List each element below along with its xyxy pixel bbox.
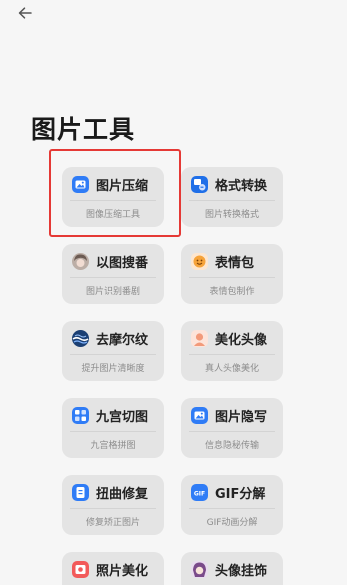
emoji-icon: [191, 252, 208, 270]
tool-description: GIF动画分解: [206, 518, 258, 528]
tool-card-header: 表情包: [191, 251, 254, 271]
document-icon: [72, 483, 89, 501]
tool-name: 照片美化: [96, 563, 149, 579]
photo-beautify-icon: [72, 560, 89, 578]
tool-description: 图片转换格式: [204, 210, 259, 220]
tool-description: 图片识别番剧: [85, 287, 140, 297]
image-tools-page: 图片工具 图片压缩 图像压缩工具 格式转换 图片转换格式 以图搜番 图片识别番剧 表情包 表情…: [0, 0, 347, 585]
divider: [70, 200, 156, 201]
tool-card-hide[interactable]: 图片隐写信息隐秘传输: [181, 398, 283, 458]
tool-description: 表情包制作: [209, 287, 255, 297]
tool-card-header: 扭曲修复: [72, 482, 148, 502]
tool-card-header: 去摩尔纹: [72, 328, 148, 348]
tool-name: GIF分解: [215, 486, 266, 502]
anime-character-icon: [191, 560, 208, 578]
image-icon: [191, 406, 208, 424]
tool-description: 图像压缩工具: [85, 210, 140, 220]
tool-description: 修复矫正图片: [85, 518, 140, 528]
divider: [70, 431, 156, 432]
divider: [189, 508, 275, 509]
divider: [70, 354, 156, 355]
image-icon: [72, 175, 89, 193]
divider: [189, 200, 275, 201]
tool-name: 扭曲修复: [96, 486, 149, 502]
tool-card-beautify[interactable]: 照片美化: [62, 552, 164, 585]
tool-card-avatar[interactable]: 美化头像真人头像美化: [181, 321, 283, 381]
wave-icon: [72, 329, 89, 347]
tool-card-header: 照片美化: [72, 559, 148, 579]
tool-name: 头像挂饰: [215, 563, 268, 579]
tool-card-format[interactable]: 格式转换图片转换格式: [181, 167, 283, 227]
person-avatar-icon: [191, 329, 208, 347]
tool-card-header: 以图搜番: [72, 251, 148, 271]
grid-icon: [72, 406, 89, 424]
tool-description: 真人头像美化: [204, 364, 259, 374]
divider: [189, 354, 275, 355]
tool-card-emoji[interactable]: 表情包 表情包制作: [181, 244, 283, 304]
anime-avatar-icon: [72, 252, 89, 270]
tool-name: 九宫切图: [96, 409, 149, 425]
tool-description: 九宫格拼图: [90, 441, 136, 451]
format-convert-icon: [191, 175, 208, 193]
tool-card-moire[interactable]: 去摩尔纹提升图片清晰度: [62, 321, 164, 381]
divider: [189, 277, 275, 278]
tool-card-header: 图片压缩: [72, 174, 148, 194]
tool-card-header: GIF GIF分解: [191, 482, 265, 502]
tool-card-fix[interactable]: 扭曲修复修复矫正图片: [62, 475, 164, 535]
tool-description: 提升图片清晰度: [81, 364, 145, 374]
tool-card-header: 格式转换: [191, 174, 267, 194]
tools-grid: 图片压缩 图像压缩工具 格式转换 图片转换格式 以图搜番 图片识别番剧 表情包 表情包制作 去摩…: [62, 167, 283, 585]
tool-name: 格式转换: [215, 178, 268, 194]
tool-card-gif[interactable]: GIF GIF分解 GIF动画分解: [181, 475, 283, 535]
tool-name: 以图搜番: [96, 255, 149, 271]
tool-card-header: 美化头像: [191, 328, 267, 348]
divider: [70, 508, 156, 509]
tool-card-compress[interactable]: 图片压缩图像压缩工具: [62, 167, 164, 227]
tool-description: 信息隐秘传输: [204, 441, 259, 451]
tool-name: 去摩尔纹: [96, 332, 149, 348]
arrow-left-icon: [18, 7, 32, 19]
tool-card-pendant[interactable]: 头像挂饰: [181, 552, 283, 585]
back-button[interactable]: [14, 4, 36, 22]
page-title: 图片工具: [31, 115, 136, 144]
tool-name: 表情包: [215, 255, 255, 271]
tool-name: 图片隐写: [215, 409, 268, 425]
gif-icon: GIF: [191, 483, 208, 501]
tool-name: 美化头像: [215, 332, 268, 348]
divider: [189, 431, 275, 432]
svg-text:GIF: GIF: [194, 490, 205, 497]
tool-card-header: 图片隐写: [191, 405, 267, 425]
tool-card-header: 头像挂饰: [191, 559, 267, 579]
tool-card-search[interactable]: 以图搜番图片识别番剧: [62, 244, 164, 304]
divider: [70, 277, 156, 278]
tool-card-header: 九宫切图: [72, 405, 148, 425]
tool-name: 图片压缩: [96, 178, 149, 194]
tool-card-grid[interactable]: 九宫切图九宫格拼图: [62, 398, 164, 458]
